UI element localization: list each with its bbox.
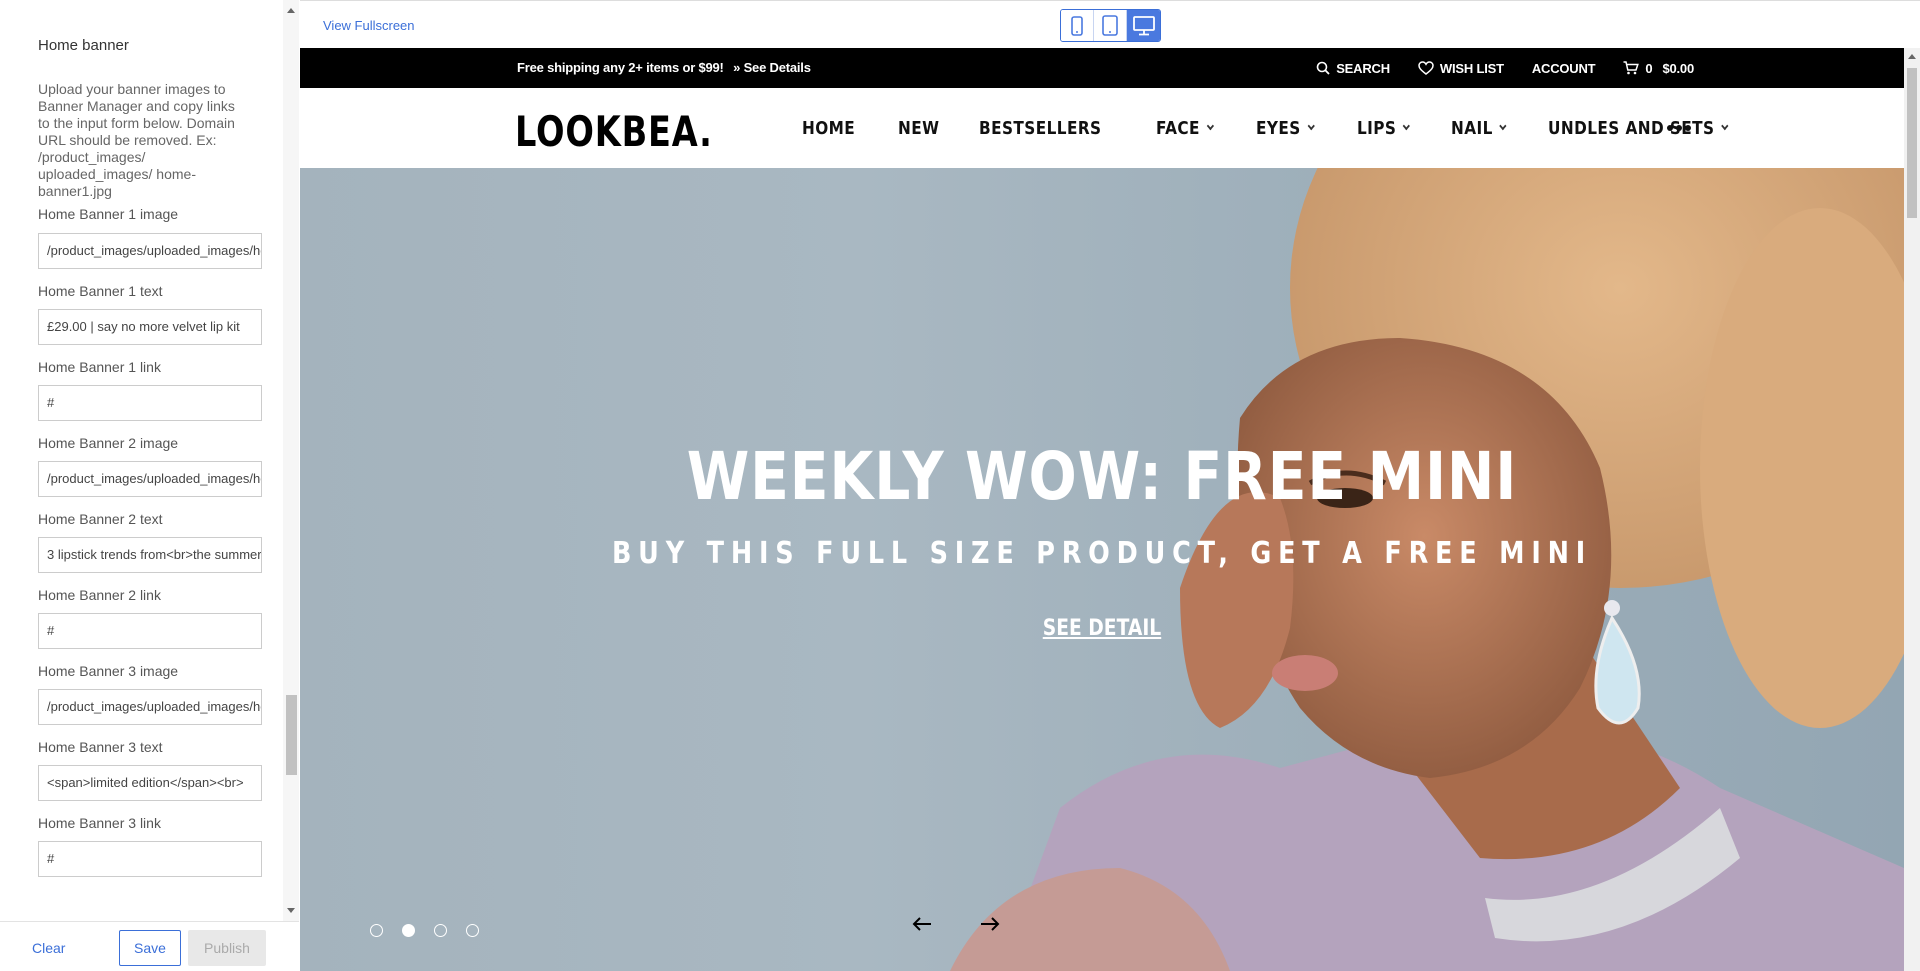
cart-link[interactable]: 0 $0.00 xyxy=(1623,61,1694,76)
chevron-down-icon xyxy=(1402,121,1410,131)
banner2-image-input[interactable]: /product_images/uploaded_images/home-ban… xyxy=(38,461,262,497)
account-link[interactable]: ACCOUNT xyxy=(1532,61,1596,76)
device-switcher xyxy=(1060,9,1161,42)
banner3-image-input[interactable]: /product_images/uploaded_images/home-ban… xyxy=(38,689,262,725)
banner1-link-input[interactable]: # xyxy=(38,385,262,421)
wishlist-link[interactable]: WISH LIST xyxy=(1418,61,1504,76)
field-label-banner3-link: Home Banner 3 link xyxy=(38,815,161,831)
field-label-banner2-text: Home Banner 2 text xyxy=(38,511,163,527)
menu-label: HOME xyxy=(802,117,856,139)
search-link[interactable]: SEARCH xyxy=(1316,61,1390,76)
see-details-link[interactable]: » See Details xyxy=(733,60,811,75)
field-label-banner1-text: Home Banner 1 text xyxy=(38,283,163,299)
arrow-right-icon[interactable] xyxy=(980,916,1000,932)
banner3-link-input[interactable]: # xyxy=(38,841,262,877)
chevron-down-icon xyxy=(1499,121,1507,131)
menu-label: EYES xyxy=(1256,117,1301,139)
preview-pane: View Fullscreen Free shipping any 2+ ite… xyxy=(300,0,1920,971)
site-preview: Free shipping any 2+ items or $99! » See… xyxy=(300,48,1904,971)
menu-item-new[interactable]: NEW xyxy=(898,118,939,139)
main-header: LOOKBEA. HOME NEW BESTSELLERS FACE EYES … xyxy=(300,88,1904,168)
slide-dot-3[interactable] xyxy=(434,924,447,937)
cart-total: $0.00 xyxy=(1662,60,1694,76)
editor-panel: Home banner Upload your banner images to… xyxy=(0,0,299,971)
menu-item-eyes[interactable]: EYES xyxy=(1256,117,1315,139)
banner2-link-input[interactable]: # xyxy=(38,613,262,649)
slide-pager xyxy=(370,924,498,937)
preview-toolbar: View Fullscreen xyxy=(300,0,1920,48)
editor-scrollbar[interactable] xyxy=(283,0,299,921)
editor-scrollbar-thumb[interactable] xyxy=(286,695,297,775)
menu-item-bundles[interactable]: UNDLES AND SETS xyxy=(1548,118,1729,139)
banner2-text-input[interactable]: 3 lipstick trends from<br>the summer xyxy=(38,537,262,573)
scroll-down-arrow-icon[interactable] xyxy=(287,908,295,913)
preview-scrollbar[interactable] xyxy=(1904,48,1920,971)
announcement-bar: Free shipping any 2+ items or $99! » See… xyxy=(300,48,1904,88)
hero-subtitle: BUY THIS FULL SIZE PRODUCT, GET A FREE M… xyxy=(611,536,1593,571)
scroll-up-arrow-icon[interactable] xyxy=(287,8,295,13)
tablet-icon xyxy=(1102,15,1118,36)
heart-icon xyxy=(1418,61,1434,75)
slide-dot-1[interactable] xyxy=(370,924,383,937)
field-label-banner1-link: Home Banner 1 link xyxy=(38,359,161,375)
mobile-icon xyxy=(1071,15,1083,36)
publish-button[interactable]: Publish xyxy=(188,930,266,966)
chevron-down-icon xyxy=(1206,121,1215,131)
arrow-left-icon[interactable] xyxy=(912,916,932,932)
banner1-text-input[interactable]: £29.00 | say no more velvet lip kit xyxy=(38,309,262,345)
chevron-down-icon xyxy=(1721,121,1729,131)
menu-item-face[interactable]: FACE xyxy=(1156,117,1215,139)
tablet-view-button[interactable] xyxy=(1094,10,1127,41)
banner1-image-input[interactable]: /product_images/uploaded_images/home-ban… xyxy=(38,233,262,269)
menu-label: NAIL xyxy=(1450,117,1493,139)
cart-icon xyxy=(1623,61,1640,75)
preview-scrollbar-thumb[interactable] xyxy=(1907,68,1917,218)
menu-item-home[interactable]: HOME xyxy=(802,118,855,139)
editor-scroll-area: Home banner Upload your banner images to… xyxy=(0,0,283,921)
field-label-banner1-image: Home Banner 1 image xyxy=(38,206,179,222)
view-fullscreen-link[interactable]: View Fullscreen xyxy=(323,18,415,33)
menu-label: NEW xyxy=(897,117,939,139)
desktop-view-button[interactable] xyxy=(1127,10,1160,41)
see-detail-link[interactable]: SEE DETAIL xyxy=(420,616,1783,641)
hero-title: WEEKLY WOW: FREE MINI xyxy=(686,438,1518,515)
editor-footer: Clear Save Publish xyxy=(0,921,299,971)
search-icon xyxy=(1316,61,1330,75)
shipping-text: Free shipping any 2+ items or $99! xyxy=(517,60,724,75)
shipping-promo: Free shipping any 2+ items or $99! » See… xyxy=(517,60,811,75)
field-label-banner3-image: Home Banner 3 image xyxy=(38,663,179,679)
desktop-icon xyxy=(1132,15,1155,35)
menu-item-bestsellers[interactable]: BESTSELLERS xyxy=(979,118,1101,139)
section-title: Home banner xyxy=(38,37,129,54)
section-description: Upload your banner images to Banner Mana… xyxy=(38,81,235,199)
field-label-banner2-link: Home Banner 2 link xyxy=(38,587,161,603)
hero-banner: WEEKLY WOW: FREE MINI BUY THIS FULL SIZE… xyxy=(300,168,1904,971)
menu-label: LIPS xyxy=(1356,117,1397,139)
more-menu-icon[interactable] xyxy=(1667,125,1694,131)
account-label: ACCOUNT xyxy=(1531,60,1596,76)
menu-label: FACE xyxy=(1156,117,1201,139)
mobile-view-button[interactable] xyxy=(1061,10,1094,41)
menu-item-lips[interactable]: LIPS xyxy=(1356,117,1410,139)
banner3-text-input[interactable]: <span>limited edition</span><br> xyxy=(38,765,262,801)
save-button[interactable]: Save xyxy=(119,930,181,966)
wishlist-label: WISH LIST xyxy=(1439,60,1504,76)
menu-item-nail[interactable]: NAIL xyxy=(1450,117,1507,139)
field-label-banner2-image: Home Banner 2 image xyxy=(38,435,179,451)
slide-dot-2[interactable] xyxy=(402,924,415,937)
slide-dot-4[interactable] xyxy=(466,924,479,937)
menu-label: BESTSELLERS xyxy=(979,117,1102,139)
scroll-up-arrow-icon[interactable] xyxy=(1908,54,1916,59)
utility-links: SEARCH WISH LIST ACCOUNT 0 $0.00 xyxy=(1288,48,1694,88)
field-label-banner3-text: Home Banner 3 text xyxy=(38,739,163,755)
main-menu: HOME NEW BESTSELLERS FACE EYES LIPS NAIL… xyxy=(802,88,1792,168)
cart-count: 0 xyxy=(1645,60,1653,76)
chevron-down-icon xyxy=(1307,121,1315,131)
search-label: SEARCH xyxy=(1336,60,1390,76)
clear-button[interactable]: Clear xyxy=(32,940,65,956)
site-logo[interactable]: LOOKBEA. xyxy=(515,107,713,156)
